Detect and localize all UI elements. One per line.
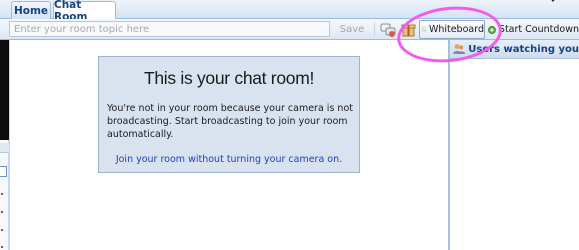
chat-bubbles-icon[interactable] — [380, 21, 397, 38]
users-watching-title: Users watching you — [468, 43, 579, 55]
left-panel-edge — [0, 140, 9, 250]
bullet-marker — [1, 211, 3, 213]
toolbar-separator — [374, 22, 375, 36]
whiteboard-icon — [422, 27, 426, 32]
users-icon — [453, 44, 466, 54]
diamond-icon — [551, 0, 555, 2]
left-panel-tab[interactable] — [0, 143, 9, 153]
save-button[interactable]: Save — [338, 21, 366, 37]
whiteboard-button[interactable]: Whiteboard — [419, 20, 485, 39]
whiteboard-label: Whiteboard — [428, 24, 484, 35]
room-topic-input[interactable] — [9, 21, 330, 37]
add-circle-icon — [488, 25, 496, 34]
users-watching-header[interactable]: Users watching you — [450, 40, 579, 59]
start-countdown-label: Start Countdown — [498, 24, 579, 35]
list-icon[interactable] — [0, 166, 7, 177]
gift-icon[interactable] — [400, 21, 417, 38]
tab-home[interactable]: Home — [11, 1, 51, 19]
chat-room-notice: This is your chat room! You're not in yo… — [98, 56, 360, 173]
start-countdown-button[interactable]: Start Countdown — [488, 20, 579, 39]
bullet-marker — [1, 246, 3, 248]
video-area-edge — [0, 40, 9, 140]
join-room-link[interactable]: Join your room without turning your came… — [99, 154, 359, 165]
users-watching-panel: Users watching you — [450, 40, 579, 250]
bullet-marker — [1, 193, 3, 195]
bullet-marker — [1, 229, 3, 231]
tab-bar: Home Chat Room — [0, 0, 579, 23]
room-toolbar: Save Whiteboard Start Countdown — [0, 19, 579, 40]
notice-body: You're not in your room because your cam… — [107, 103, 353, 140]
notice-title: This is your chat room! — [143, 68, 315, 88]
tab-chat-room[interactable]: Chat Room — [53, 0, 116, 23]
